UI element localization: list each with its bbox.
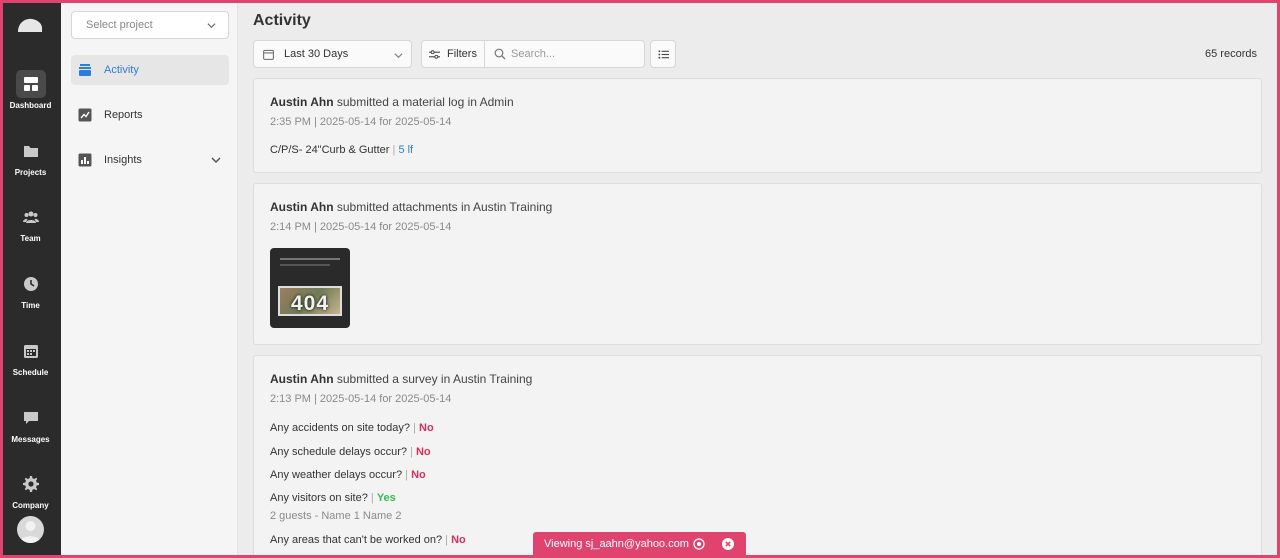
rail-item-messages[interactable]: Messages xyxy=(0,404,61,460)
team-icon xyxy=(22,211,39,223)
material-line: C/P/S- 24"Curb & Gutter | 5 lf xyxy=(270,144,413,156)
rail-item-dashboard[interactable]: Dashboard xyxy=(0,70,61,126)
separator: | xyxy=(392,144,396,156)
nav-label: Reports xyxy=(104,109,143,121)
main-content: Activity Last 30 Days Filters 65 records… xyxy=(238,0,1280,558)
nav-label: Activity xyxy=(104,64,139,76)
chat-icon xyxy=(23,412,38,424)
activity-card: Austin Ahn submitted attachments in Aust… xyxy=(253,183,1262,345)
survey-detail: 2 guests - Name 1 Name 2 xyxy=(270,510,402,522)
project-select-placeholder: Select project xyxy=(86,19,153,31)
activity-user[interactable]: Austin Ahn xyxy=(270,372,334,386)
impersonation-banner: Viewing sj_aahn@yahoo.com xyxy=(533,532,746,556)
activity-action: submitted a survey in Austin Training xyxy=(333,372,533,386)
activity-user[interactable]: Austin Ahn xyxy=(270,200,334,214)
survey-answer: No xyxy=(419,422,434,434)
reports-icon xyxy=(78,108,92,122)
material-qty: 5 lf xyxy=(398,144,414,156)
filters-button[interactable]: Filters xyxy=(421,40,485,68)
rail-label: Time xyxy=(21,301,40,310)
side-panel: Select project Activity Reports Insights xyxy=(61,0,238,558)
survey-question: Any visitors on site? | Yes xyxy=(270,492,396,504)
survey-answer: No xyxy=(451,534,466,546)
project-select[interactable]: Select project xyxy=(71,11,229,39)
gear-icon xyxy=(22,476,39,492)
activity-headline: Austin Ahn submitted a survey in Austin … xyxy=(270,372,532,386)
attachment-thumbnail[interactable]: 404 xyxy=(270,248,350,328)
activity-card: Austin Ahn submitted a survey in Austin … xyxy=(253,355,1262,558)
thumbnail-text: 404 xyxy=(290,292,330,315)
calendar-icon xyxy=(263,49,274,60)
chevron-down-icon[interactable] xyxy=(211,155,221,165)
filters-label: Filters xyxy=(447,48,477,60)
survey-answer: Yes xyxy=(376,492,396,504)
close-icon[interactable] xyxy=(722,538,734,550)
calendar-icon xyxy=(23,345,38,358)
survey-question: Any schedule delays occur? | No xyxy=(270,446,431,458)
sliders-icon xyxy=(429,49,440,59)
survey-question: Any weather delays occur? | No xyxy=(270,469,426,481)
logo-icon xyxy=(18,18,43,32)
chevron-down-icon xyxy=(207,23,216,29)
search-input[interactable] xyxy=(511,48,631,60)
survey-answer: No xyxy=(411,469,426,481)
date-range-label: Last 30 Days xyxy=(284,48,349,60)
date-range-select[interactable]: Last 30 Days xyxy=(253,40,412,68)
survey-answer: No xyxy=(415,446,431,458)
activity-meta: 2:13 PM | 2025-05-14 for 2025-05-14 xyxy=(270,393,452,405)
rail-item-team[interactable]: Team xyxy=(0,203,61,259)
rail-item-projects[interactable]: Projects xyxy=(0,137,61,193)
activity-icon xyxy=(79,64,91,76)
activity-card: Austin Ahn submitted a material log in A… xyxy=(253,78,1262,173)
records-count: 65 records xyxy=(1205,48,1257,60)
chevron-down-icon xyxy=(394,53,403,59)
page-title: Activity xyxy=(253,12,311,29)
rail-label: Projects xyxy=(14,168,47,177)
list-view-button[interactable] xyxy=(650,40,676,68)
list-icon xyxy=(657,49,669,59)
survey-question: Any accidents on site today? | No xyxy=(270,422,434,434)
nav-label: Insights xyxy=(104,154,142,166)
activity-headline: Austin Ahn submitted a material log in A… xyxy=(270,95,514,109)
rail-label: Company xyxy=(12,501,49,510)
rail-label: Team xyxy=(20,234,41,243)
activity-action: submitted attachments in Austin Training xyxy=(333,200,553,214)
activity-headline: Austin Ahn submitted attachments in Aust… xyxy=(270,200,552,214)
avatar[interactable] xyxy=(17,516,44,543)
user-avatar-icon xyxy=(20,521,41,543)
search-icon xyxy=(494,48,506,60)
activity-meta: 2:35 PM | 2025-05-14 for 2025-05-14 xyxy=(270,116,452,128)
rail-label: Schedule xyxy=(12,368,49,377)
search-box xyxy=(484,40,645,68)
rail-label: Dashboard xyxy=(9,101,52,110)
app-rail: Dashboard Projects Team Time Schedule Me… xyxy=(0,0,61,558)
activity-user[interactable]: Austin Ahn xyxy=(270,95,334,109)
nav-item-insights[interactable]: Insights xyxy=(71,145,229,175)
folder-icon xyxy=(23,146,38,157)
target-icon[interactable] xyxy=(693,538,705,550)
nav-item-activity[interactable]: Activity xyxy=(71,55,229,85)
impersonation-text: Viewing sj_aahn@yahoo.com xyxy=(544,538,689,550)
insights-icon xyxy=(78,153,92,167)
clock-icon xyxy=(23,277,38,291)
activity-action: submitted a material log in Admin xyxy=(333,95,514,109)
nav-item-reports[interactable]: Reports xyxy=(71,100,229,130)
rail-item-schedule[interactable]: Schedule xyxy=(0,337,61,393)
rail-item-time[interactable]: Time xyxy=(0,270,61,326)
activity-meta: 2:14 PM | 2025-05-14 for 2025-05-14 xyxy=(270,221,452,233)
material-item: C/P/S- 24"Curb & Gutter xyxy=(270,144,390,156)
rail-label: Messages xyxy=(11,435,50,444)
survey-question: Any areas that can't be worked on? | No xyxy=(270,534,466,546)
dashboard-icon xyxy=(23,77,38,91)
